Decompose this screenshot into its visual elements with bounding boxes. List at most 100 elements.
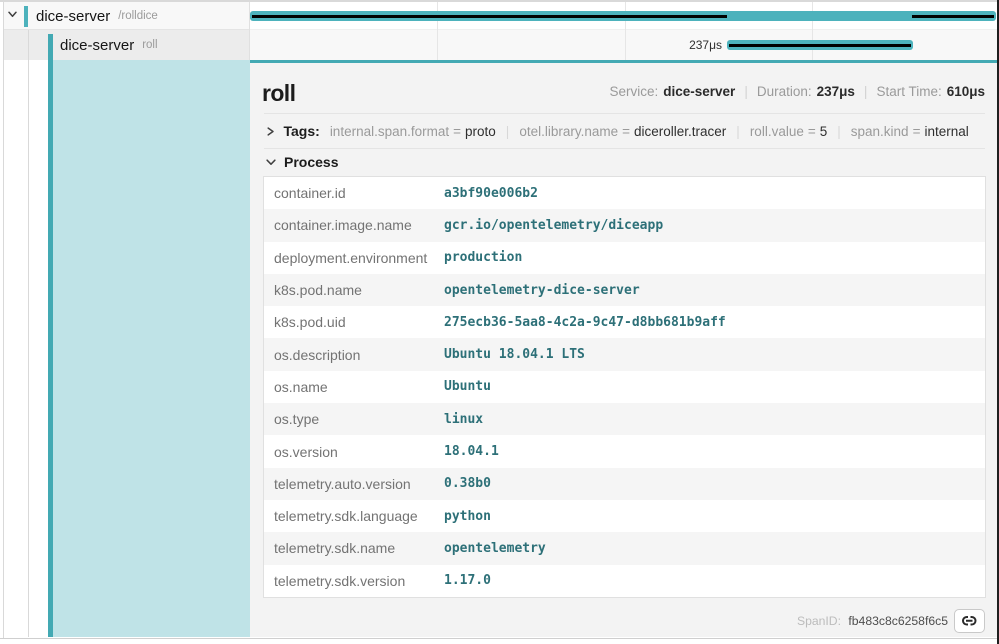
span-bar-1[interactable] — [250, 11, 996, 21]
process-accordian[interactable]: Process — [264, 152, 338, 172]
tag-equals: = — [622, 124, 630, 139]
tag-value: 5 — [820, 124, 828, 139]
table-row: deployment.environmentproduction — [264, 242, 985, 274]
attribute-key: os.type — [264, 411, 444, 427]
tag-key: internal.span.format — [330, 124, 449, 139]
table-row: telemetry.sdk.languagepython — [264, 500, 985, 532]
attribute-value[interactable]: 0.38b0 — [444, 476, 491, 491]
attribute-key: k8s.pod.name — [264, 282, 444, 298]
table-row: os.descriptionUbuntu 18.04.1 LTS — [264, 338, 985, 370]
span-detail-title: roll — [262, 82, 295, 105]
meta-divider: | — [744, 84, 748, 99]
tag-value: internal — [924, 124, 968, 139]
span-detail-meta: Service: dice-server | Duration: 237μs |… — [609, 84, 985, 99]
indent-guide — [28, 30, 29, 637]
header-divider — [264, 113, 985, 114]
attribute-key: container.image.name — [264, 217, 444, 233]
span-row-2-label[interactable]: dice-server roll — [60, 30, 158, 60]
chevron-down-icon[interactable] — [8, 11, 17, 18]
attribute-key: k8s.pod.uid — [264, 314, 444, 330]
attribute-value[interactable]: python — [444, 509, 491, 524]
attribute-value[interactable]: Ubuntu — [444, 379, 491, 394]
attribute-value[interactable]: Ubuntu 18.04.1 LTS — [444, 347, 585, 362]
attribute-key: telemetry.sdk.name — [264, 540, 444, 556]
tag-divider: | — [736, 124, 740, 139]
start-time-label: Start Time: — [876, 84, 941, 99]
tag-item: span.kind =internal — [851, 124, 969, 139]
link-icon — [962, 616, 977, 626]
process-attributes-table: container.ida3bf90e006b2 container.image… — [263, 176, 986, 598]
start-time-value: 610μs — [947, 84, 985, 99]
attribute-value[interactable]: production — [444, 250, 522, 265]
attribute-key: deployment.environment — [264, 250, 444, 266]
tags-accordian[interactable]: Tags: internal.span.format=proto | otel.… — [264, 120, 969, 142]
attribute-value[interactable]: 1.17.0 — [444, 573, 491, 588]
attribute-key: telemetry.sdk.version — [264, 573, 444, 589]
span-id: SpanID: fb483c8c6258f6c5 — [797, 614, 948, 628]
span-color-bar-1 — [24, 6, 28, 27]
critical-path-segment — [252, 15, 727, 18]
span-color-bar-2 — [48, 34, 53, 637]
span-bar-2[interactable] — [727, 40, 913, 50]
tag-key: span.kind — [851, 124, 909, 139]
span-id-value: fb483c8c6258f6c5 — [848, 614, 948, 628]
service-value: dice-server — [663, 84, 735, 99]
table-row: container.image.namegcr.io/opentelemetry… — [264, 209, 985, 241]
duration-value: 237μs — [817, 84, 855, 99]
tag-item: internal.span.format = proto — [330, 124, 496, 139]
page-border-top — [0, 0, 999, 2]
attribute-value[interactable]: linux — [444, 412, 483, 427]
span-duration-label: 237μs — [636, 30, 722, 60]
tag-divider: | — [837, 124, 841, 139]
attribute-key: telemetry.auto.version — [264, 476, 444, 492]
attribute-key: os.description — [264, 347, 444, 363]
service-name: dice-server — [60, 37, 134, 54]
service-name: dice-server — [36, 8, 110, 25]
jaeger-trace-page: dice-server /rolldice dice-server roll 2… — [0, 0, 999, 644]
span-id-label: SpanID: — [797, 614, 841, 628]
tag-key: roll.value — [750, 124, 804, 139]
tags-label: Tags: — [284, 123, 320, 139]
table-row: telemetry.sdk.nameopentelemetry — [264, 532, 985, 564]
attribute-key: telemetry.sdk.language — [264, 508, 444, 524]
duration-label: Duration: — [757, 84, 812, 99]
attribute-key: os.name — [264, 379, 444, 395]
process-label: Process — [284, 154, 338, 170]
chevron-right-icon — [267, 127, 275, 136]
chevron-down-icon — [266, 159, 276, 166]
tag-value: diceroller.tracer — [634, 124, 726, 139]
critical-path-segment — [912, 15, 994, 18]
row-divider — [250, 29, 997, 30]
tag-item: otel.library.name=diceroller.tracer — [519, 124, 726, 139]
meta-divider: | — [864, 84, 868, 99]
table-row: container.ida3bf90e006b2 — [264, 177, 985, 209]
page-border-bottom — [0, 638, 997, 639]
attribute-key: container.id — [264, 185, 444, 201]
attribute-value[interactable]: a3bf90e006b2 — [444, 186, 538, 201]
attribute-value[interactable]: 18.04.1 — [444, 444, 499, 459]
attribute-value[interactable]: opentelemetry-dice-server — [444, 283, 640, 298]
tag-item: roll.value=5 — [750, 124, 827, 139]
tag-equals: = — [913, 124, 921, 139]
tag-divider: | — [506, 124, 510, 139]
table-row: telemetry.sdk.version1.17.0 — [264, 565, 985, 597]
table-row: os.version18.04.1 — [264, 435, 985, 467]
attribute-key: os.version — [264, 444, 444, 460]
service-label: Service: — [609, 84, 658, 99]
tag-equals: = — [453, 124, 461, 139]
table-row: telemetry.auto.version0.38b0 — [264, 468, 985, 500]
operation-name: /rolldice — [118, 10, 158, 22]
detail-row-accent-fill — [52, 60, 250, 637]
attribute-value[interactable]: opentelemetry — [444, 541, 546, 556]
operation-name: roll — [142, 39, 157, 51]
detail-row-top-border — [250, 60, 997, 63]
table-row: os.typelinux — [264, 403, 985, 435]
attribute-value[interactable]: gcr.io/opentelemetry/diceapp — [444, 218, 663, 233]
copy-link-button[interactable] — [954, 609, 985, 633]
name-column-border — [249, 2, 250, 60]
table-row: os.nameUbuntu — [264, 371, 985, 403]
page-border-left — [3, 2, 4, 638]
span-row-1-label[interactable]: dice-server /rolldice — [36, 2, 158, 30]
attribute-value[interactable]: 275ecb36-5aa8-4c2a-9c47-d8bb681b9aff — [444, 315, 726, 330]
tag-value: proto — [465, 124, 496, 139]
